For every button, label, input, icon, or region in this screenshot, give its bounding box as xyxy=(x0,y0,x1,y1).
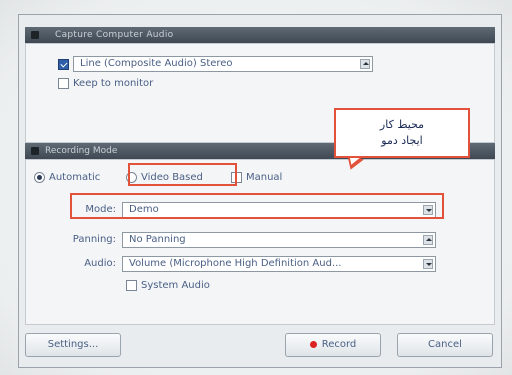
record-button-label: Record xyxy=(321,339,357,350)
collapse-icon[interactable] xyxy=(31,31,39,39)
highlight-video-based xyxy=(128,163,237,186)
audio-select[interactable]: Volume (Microphone High Definition Aud..… xyxy=(122,256,436,272)
audio-device-value: Line (Composite Audio) Stereo xyxy=(80,58,233,69)
settings-button[interactable]: Settings... xyxy=(25,333,121,357)
collapse-icon[interactable] xyxy=(31,147,39,155)
system-audio-label: System Audio xyxy=(141,280,210,291)
callout-line-2: ایجاد دمو xyxy=(381,134,423,147)
settings-button-label: Settings... xyxy=(47,339,99,350)
callout-line-1: محیط کار xyxy=(379,118,425,131)
section-header-capture-label: Capture Computer Audio xyxy=(55,30,174,40)
chevron-up-icon[interactable] xyxy=(423,235,433,245)
annotation-callout: محیط کار ایجاد دمو xyxy=(334,108,470,158)
chevron-down-icon[interactable] xyxy=(423,259,433,269)
record-button[interactable]: Record xyxy=(285,333,381,357)
mode-automatic-radio[interactable] xyxy=(34,172,45,183)
chevron-up-icon[interactable] xyxy=(360,59,370,69)
panning-label: Panning: xyxy=(72,234,116,245)
cancel-button-label: Cancel xyxy=(428,339,462,350)
capture-audio-checkbox[interactable] xyxy=(58,58,69,70)
section-header-capture: Capture Computer Audio xyxy=(25,27,495,43)
audio-value: Volume (Microphone High Definition Aud..… xyxy=(129,258,342,269)
cancel-button[interactable]: Cancel xyxy=(397,333,493,357)
panning-select[interactable]: No Panning xyxy=(122,232,436,248)
system-audio-checkbox[interactable] xyxy=(126,280,137,291)
highlight-mode-row xyxy=(70,193,444,219)
section-header-recording-mode-label: Recording Mode xyxy=(45,146,118,156)
mode-manual-label: Manual xyxy=(246,172,283,183)
recording-dialog: Capture Computer Audio Line (Composite A… xyxy=(18,14,502,368)
audio-device-select[interactable]: Line (Composite Audio) Stereo xyxy=(73,56,373,72)
recording-mode-panel: Automatic Video Based Manual Mode: Demo … xyxy=(25,159,495,325)
panning-value: No Panning xyxy=(129,234,186,245)
mode-automatic-label: Automatic xyxy=(49,172,101,183)
audio-label: Audio: xyxy=(84,258,116,269)
keep-to-monitor-label: Keep to monitor xyxy=(73,78,154,89)
keep-to-monitor-checkbox[interactable] xyxy=(58,78,69,89)
record-icon xyxy=(309,340,317,348)
